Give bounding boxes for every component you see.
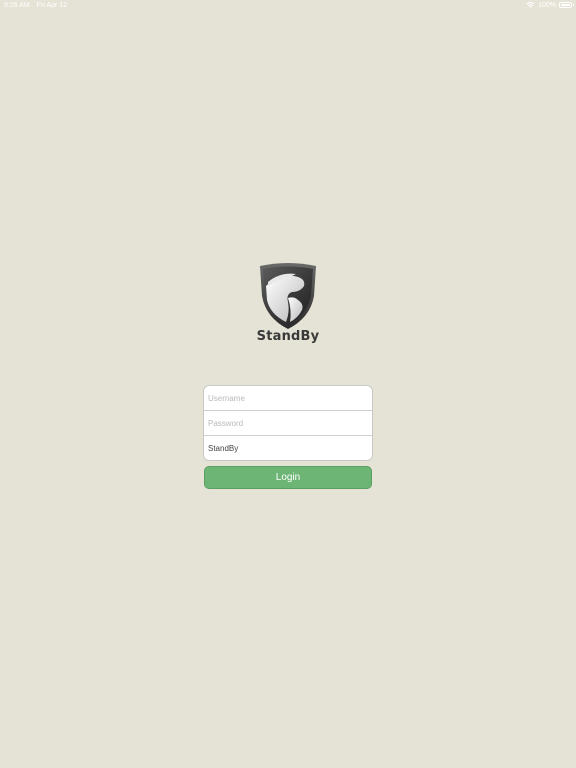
- status-bar: 9:26 AM Fri Apr 12 100%: [0, 0, 576, 12]
- username-input[interactable]: [208, 393, 372, 403]
- battery-percent: 100%: [538, 1, 556, 9]
- password-input[interactable]: [208, 418, 372, 428]
- company-input[interactable]: [208, 443, 372, 453]
- brand-logo: StandBy: [248, 258, 328, 348]
- login-button[interactable]: Login: [204, 466, 372, 489]
- login-form: [203, 385, 373, 461]
- username-row: [204, 386, 372, 411]
- battery-icon: [559, 2, 574, 8]
- password-row: [204, 411, 372, 436]
- shield-logo-icon: [260, 263, 316, 329]
- status-date: Fri Apr 12: [36, 2, 68, 9]
- status-left: 9:26 AM Fri Apr 12: [4, 2, 67, 9]
- battery-fill: [561, 4, 570, 6]
- brand-name: StandBy: [256, 329, 320, 344]
- company-row: [204, 436, 372, 460]
- status-right: 100%: [526, 1, 574, 9]
- wifi-icon: [526, 1, 535, 8]
- status-time: 9:26 AM: [4, 2, 30, 9]
